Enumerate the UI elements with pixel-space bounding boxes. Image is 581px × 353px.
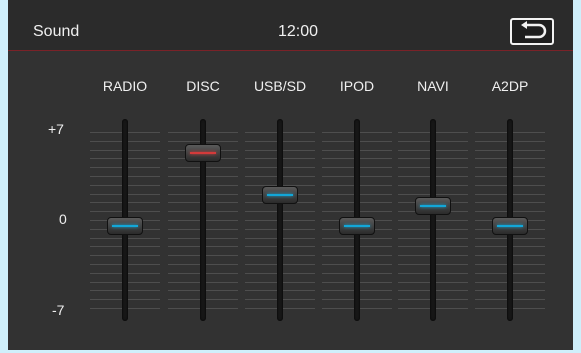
channel-label-navi: NAVI — [417, 78, 449, 94]
clock: 12:00 — [278, 23, 319, 40]
scale-max-label: +7 — [48, 121, 64, 137]
channel-label-usb-sd: USB/SD — [253, 78, 307, 94]
channel-label-radio: RADIO — [102, 78, 148, 94]
channel-label-disc: DISC — [186, 78, 220, 94]
return-arrow-icon — [521, 21, 547, 39]
page-title: Sound — [33, 23, 80, 40]
header-bar: Sound 12:00 — [8, 0, 573, 51]
slider-track-usb-sd[interactable] — [277, 119, 283, 321]
back-button[interactable] — [510, 18, 554, 45]
channel-label-ipod: IPOD — [339, 78, 375, 94]
channel-label-a2dp: A2DP — [491, 78, 529, 94]
slider-knob-a2dp[interactable] — [492, 217, 528, 236]
scale-mid-label: 0 — [59, 211, 67, 227]
sound-screen: Sound 12:00 +7 0 -7 RADIO DISC USB/SD IPOD N… — [8, 0, 573, 350]
slider-knob-navi[interactable] — [415, 197, 451, 216]
slider-track-navi[interactable] — [430, 119, 436, 321]
slider-knob-disc[interactable] — [185, 144, 221, 163]
slider-knob-usb-sd[interactable] — [262, 185, 298, 204]
slider-knob-ipod[interactable] — [339, 217, 375, 236]
scale-min-label: -7 — [52, 302, 65, 318]
slider-knob-radio[interactable] — [107, 217, 143, 236]
sound-mixer: +7 0 -7 RADIO DISC USB/SD IPOD NAVI A2DP — [8, 51, 573, 350]
